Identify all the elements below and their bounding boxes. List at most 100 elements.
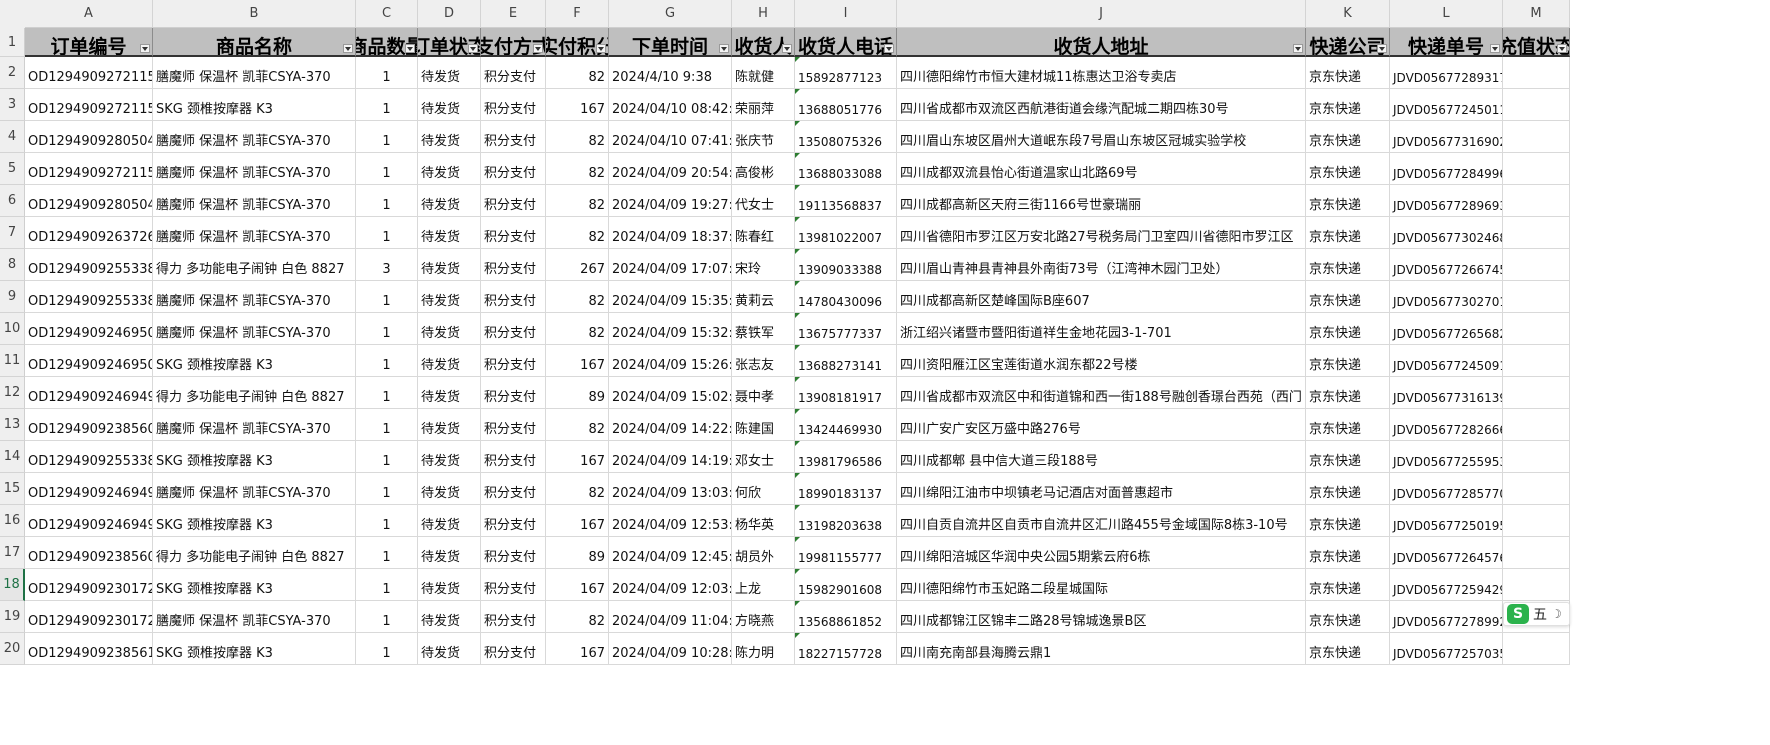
table-cell[interactable]: JDVD05677278992 [1390,601,1503,633]
row-header-16[interactable]: 16 [0,505,25,537]
table-cell[interactable]: 1 [356,281,418,313]
table-cell[interactable]: 1 [356,89,418,121]
table-cell[interactable]: OD1294909238561226 [25,633,153,665]
table-cell[interactable]: 京东快递 [1306,537,1390,569]
table-cell[interactable]: 1 [356,185,418,217]
table-cell[interactable]: 陈春红 [732,217,795,249]
row-header-19[interactable]: 19 [0,601,25,633]
table-cell[interactable]: 待发货 [418,473,481,505]
table-cell[interactable]: 四川绵阳涪城区华润中央公园5期紫云府6栋 [897,537,1306,569]
table-cell[interactable]: 京东快递 [1306,185,1390,217]
table-cell[interactable]: 四川德阳绵竹市玉妃路二段星城国际 [897,569,1306,601]
table-cell[interactable]: OD1294909255338487 [25,281,153,313]
table-cell[interactable]: 14780430096 [795,281,897,313]
table-cell[interactable]: 1 [356,633,418,665]
table-cell[interactable]: OD1294909272115316 [25,57,153,89]
table-cell[interactable] [1503,409,1570,441]
table-cell[interactable]: 待发货 [418,217,481,249]
table-cell[interactable]: 13908181917 [795,377,897,409]
column-header-b[interactable]: B [153,0,356,28]
table-cell[interactable]: OD1294909246950012 [25,345,153,377]
row-header-13[interactable]: 13 [0,409,25,441]
table-cell[interactable]: 待发货 [418,505,481,537]
table-cell[interactable]: 京东快递 [1306,281,1390,313]
table-cell[interactable]: 京东快递 [1306,57,1390,89]
column-header-d[interactable]: D [418,0,481,28]
table-cell[interactable]: 待发货 [418,601,481,633]
filter-dropdown-icon[interactable] [884,44,894,53]
table-cell[interactable]: OD1294909272115817 [25,89,153,121]
table-cell[interactable] [1503,569,1570,601]
table-cell[interactable]: 1 [356,345,418,377]
table-header-cell[interactable]: 收货人地址 [897,28,1306,57]
table-cell[interactable]: 四川成都锦江区锦丰二路28号锦城逸景B区 [897,601,1306,633]
table-cell[interactable]: 京东快递 [1306,217,1390,249]
table-cell[interactable]: 四川眉山青神县青神县外南街73号（江湾神木园门卫处） [897,249,1306,281]
table-cell[interactable]: 张志友 [732,345,795,377]
table-cell[interactable]: JDVD05677316902 [1390,121,1503,153]
table-cell[interactable]: 四川成都高新区天府三街1166号世豪瑞丽 [897,185,1306,217]
table-cell[interactable]: 京东快递 [1306,153,1390,185]
row-header-2[interactable]: 2 [0,57,25,89]
table-cell[interactable]: 陈就健 [732,57,795,89]
table-cell[interactable]: 黄莉云 [732,281,795,313]
table-cell[interactable]: 1 [356,473,418,505]
row-header-3[interactable]: 3 [0,89,25,121]
table-cell[interactable]: 荣丽萍 [732,89,795,121]
table-cell[interactable]: 积分支付 [481,57,546,89]
row-header-20[interactable]: 20 [0,633,25,665]
table-cell[interactable]: JDVD05677257035 [1390,633,1503,665]
table-cell[interactable]: 13198203638 [795,505,897,537]
table-cell[interactable]: 待发货 [418,185,481,217]
table-cell[interactable]: 167 [546,569,609,601]
table-cell[interactable]: 积分支付 [481,473,546,505]
table-cell[interactable]: OD1294909246949867 [25,473,153,505]
table-cell[interactable]: 积分支付 [481,633,546,665]
table-cell[interactable]: JDVD05677266745 [1390,249,1503,281]
table-cell[interactable]: 3 [356,249,418,281]
table-cell[interactable]: JDVD05677289317 [1390,57,1503,89]
table-cell[interactable]: 待发货 [418,409,481,441]
table-cell[interactable]: 四川省成都市双流区西航港街道会缘汽配城二期四栋30号 [897,89,1306,121]
table-cell[interactable] [1503,57,1570,89]
column-header-h[interactable]: H [732,0,795,28]
column-header-i[interactable]: I [795,0,897,28]
table-cell[interactable]: 积分支付 [481,601,546,633]
table-cell[interactable] [1503,377,1570,409]
table-cell[interactable]: 167 [546,441,609,473]
table-cell[interactable]: OD1294909238560830 [25,409,153,441]
table-cell[interactable]: 四川广安广安区万盛中路276号 [897,409,1306,441]
table-cell[interactable]: 167 [546,633,609,665]
table-cell[interactable]: 2024/04/09 14:19:44 [609,441,732,473]
table-cell[interactable]: 167 [546,345,609,377]
table-cell[interactable]: 1 [356,569,418,601]
table-cell[interactable]: 积分支付 [481,153,546,185]
table-cell[interactable]: 2024/04/09 12:53:35 [609,505,732,537]
table-cell[interactable]: 膳魔师 保温杯 凯菲CSYA-370 [153,121,356,153]
table-cell[interactable]: 2024/04/10 07:41:36 [609,121,732,153]
table-cell[interactable]: 四川绵阳江油市中坝镇老马记酒店对面普惠超市 [897,473,1306,505]
table-cell[interactable]: OD1294909280504224 [25,185,153,217]
row-header-11[interactable]: 11 [0,345,25,377]
table-cell[interactable]: OD1294909238560781 [25,537,153,569]
table-header-cell[interactable]: 订单状态 [418,28,481,57]
table-cell[interactable]: JDVD05677264576 [1390,537,1503,569]
table-cell[interactable]: JDVD05677302468 [1390,217,1503,249]
table-cell[interactable]: 京东快递 [1306,313,1390,345]
table-cell[interactable]: 积分支付 [481,409,546,441]
table-cell[interactable]: 何欣 [732,473,795,505]
row-header-4[interactable]: 4 [0,121,25,153]
table-cell[interactable]: 19113568837 [795,185,897,217]
table-cell[interactable]: 四川自贡自流井区自贡市自流井区汇川路455号金域国际8栋3-10号 [897,505,1306,537]
table-cell[interactable]: 积分支付 [481,249,546,281]
table-cell[interactable]: 13909033388 [795,249,897,281]
table-cell[interactable]: 2024/04/09 12:45:20 [609,537,732,569]
table-cell[interactable]: 2024/04/09 20:54:20 [609,153,732,185]
table-cell[interactable]: JDVD05677259429 [1390,569,1503,601]
table-cell[interactable]: OD1294909280504283 [25,121,153,153]
table-cell[interactable]: 89 [546,537,609,569]
table-cell[interactable]: 13568861852 [795,601,897,633]
table-cell[interactable]: 四川成都郫 县中信大道三段188号 [897,441,1306,473]
table-cell[interactable]: 方晓燕 [732,601,795,633]
table-cell[interactable]: 四川德阳绵竹市恒大建材城11栋惠达卫浴专卖店 [897,57,1306,89]
